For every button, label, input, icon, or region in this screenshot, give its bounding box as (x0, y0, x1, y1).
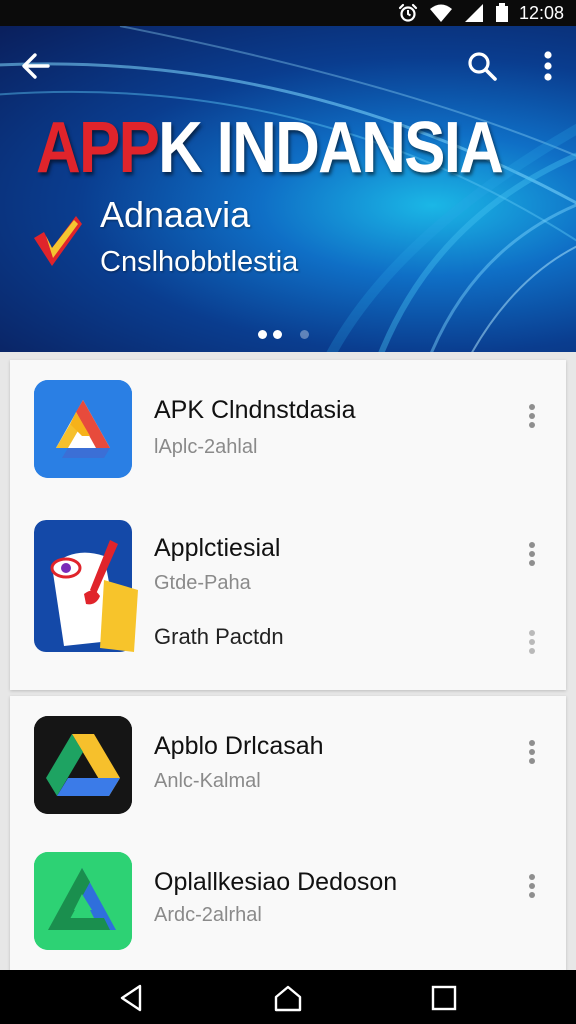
hero-banner[interactable]: APPK INDANSIA Adnaavia Cnslhobbtlestia (0, 26, 576, 352)
alarm-icon (398, 3, 418, 22)
paint-palette-icon (34, 520, 144, 656)
more-vert-icon[interactable] (522, 870, 542, 902)
wifi-icon (429, 4, 452, 22)
more-vert-icon[interactable] (522, 736, 542, 768)
carousel-pager[interactable] (258, 330, 309, 339)
hero-subtitle-line2: Cnslhobbtlestia (100, 246, 299, 278)
drive-logo-green-icon (34, 852, 132, 950)
hero-title-red: APP (36, 108, 160, 188)
app-subtitle: Ardc-2alrhal (154, 904, 262, 926)
pager-dot[interactable] (300, 330, 309, 339)
app-extra-label: Grath Pactdn (154, 624, 284, 649)
app-title: Oplallkesiao Dedoson (154, 868, 398, 896)
list-item[interactable]: Applctiesial Gtde-Paha Grath Pactdn (10, 496, 566, 690)
app-subtitle: lAplc-2ahlal (154, 436, 258, 458)
app-title: Apblo Drlcasah (154, 732, 324, 760)
nav-home-icon[interactable] (272, 982, 304, 1014)
list-item[interactable]: Oplallkesiao Dedoson Ardc-2alrhal (10, 834, 566, 972)
pager-dot-active[interactable] (258, 330, 267, 339)
drive-logo-dark-icon (34, 716, 132, 814)
nav-back-icon[interactable] (116, 982, 148, 1014)
hero-title: APPK INDANSIA (36, 108, 504, 188)
pager-dot[interactable] (273, 330, 282, 339)
battery-icon (495, 3, 508, 22)
more-vert-icon[interactable] (532, 46, 564, 86)
list-item[interactable]: Apblo Drlcasah Anlc-Kalmal (10, 696, 566, 834)
checkmark-logo-icon (34, 216, 82, 266)
search-icon[interactable] (462, 46, 502, 86)
status-time: 12:08 (518, 3, 564, 23)
app-list-card: APK Clndnstdasia lAplc-2ahlal Applctiesi… (10, 360, 566, 690)
drive-triangle-icon (34, 380, 132, 478)
app-title: Applctiesial (154, 534, 281, 562)
app-title: APK Clndnstdasia (154, 396, 356, 424)
more-vert-icon[interactable] (522, 400, 542, 432)
back-arrow-icon[interactable] (16, 46, 56, 86)
app-subtitle: Anlc-Kalmal (154, 770, 261, 792)
more-vert-icon[interactable] (522, 538, 542, 570)
status-bar: 12:08 (0, 0, 576, 26)
navigation-bar (0, 970, 576, 1024)
signal-icon (464, 4, 483, 22)
more-vert-icon[interactable] (522, 626, 542, 658)
nav-recents-icon[interactable] (428, 982, 460, 1014)
status-icons: 12:08 (397, 3, 564, 23)
hero-subtitle-line1: Adnaavia (100, 194, 251, 235)
hero-title-white: K INDANSIA (158, 108, 504, 188)
app-list-card: Apblo Drlcasah Anlc-Kalmal Oplallkesiao … (10, 696, 566, 972)
list-item[interactable]: APK Clndnstdasia lAplc-2ahlal (10, 360, 566, 496)
app-subtitle: Gtde-Paha (154, 572, 251, 594)
